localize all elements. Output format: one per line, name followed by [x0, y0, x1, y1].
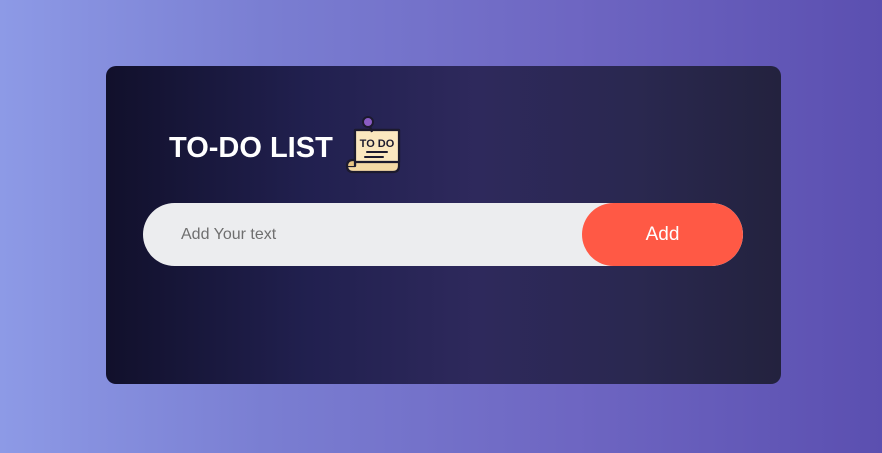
task-text-input[interactable] [143, 203, 583, 266]
header: TO-DO LIST TO DO [169, 116, 409, 176]
add-task-bar: Add [143, 203, 743, 266]
todo-note-icon: TO DO [345, 116, 409, 176]
app-title: TO-DO LIST [169, 131, 333, 164]
svg-text:TO DO: TO DO [359, 138, 394, 150]
todo-app-card: TO-DO LIST TO DO Add [106, 66, 781, 384]
add-button[interactable]: Add [582, 203, 743, 266]
